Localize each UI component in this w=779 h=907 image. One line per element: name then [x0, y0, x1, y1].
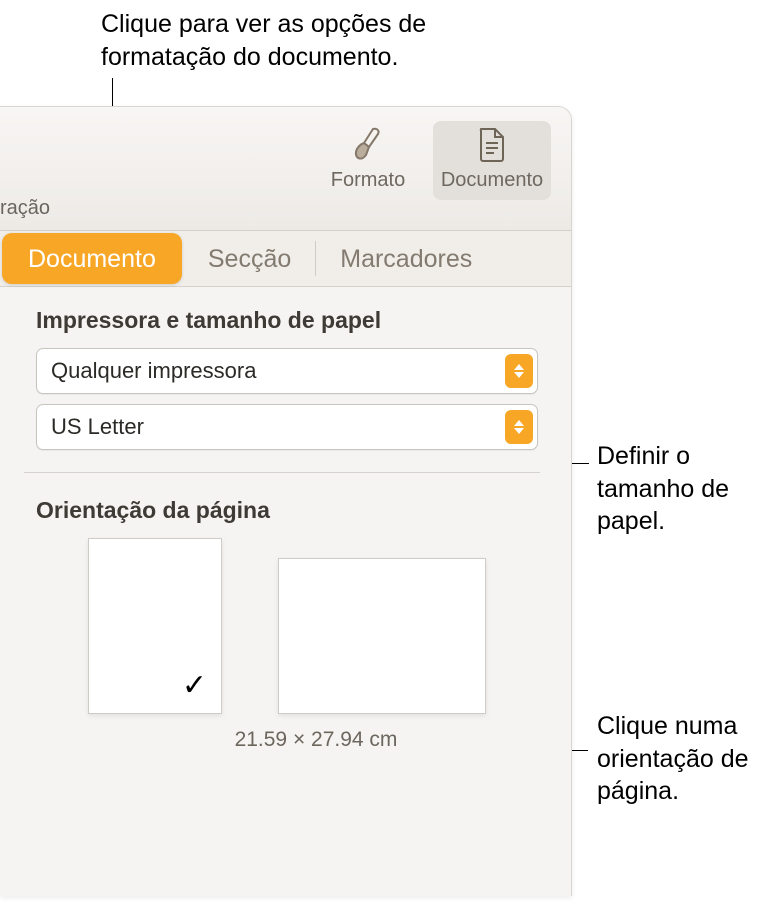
orientation-portrait[interactable]: ✓ [88, 538, 222, 714]
tab-bar: Documento Secção Marcadores [0, 231, 571, 287]
section-title-orientation: Orientação da página [36, 497, 547, 524]
popup-stepper-icon [505, 354, 533, 388]
popup-stepper-icon [505, 410, 533, 444]
panel-body: Impressora e tamanho de papel Qualquer i… [0, 287, 571, 752]
inspector-panel: ração Formato Documento Documento Secção… [0, 106, 572, 896]
orientation-row: ✓ [36, 538, 547, 714]
callout-orientation: Clique numa orientação de página. [597, 710, 777, 808]
divider [24, 472, 540, 473]
tab-marcadores[interactable]: Marcadores [316, 231, 496, 286]
orientation-landscape[interactable] [278, 558, 486, 714]
titlebar-left-fragment: ração [0, 197, 50, 220]
format-button-label: Formato [331, 169, 405, 192]
checkmark-icon: ✓ [182, 668, 207, 703]
callout-paper-size: Definir o tamanho de papel. [597, 440, 777, 538]
format-button[interactable]: Formato [309, 121, 427, 192]
section-title-printer-paper: Impressora e tamanho de papel [36, 307, 547, 334]
page-dimensions: 21.59 × 27.94 cm [166, 728, 466, 752]
tab-documento[interactable]: Documento [2, 233, 182, 284]
paper-size-popup-value: US Letter [51, 414, 144, 440]
paper-size-popup[interactable]: US Letter [36, 404, 538, 450]
document-toolbar-button-label: Documento [441, 169, 543, 192]
printer-popup[interactable]: Qualquer impressora [36, 348, 538, 394]
printer-popup-value: Qualquer impressora [51, 358, 256, 384]
callout-tab-description: Clique para ver as opções de formatação … [101, 8, 531, 73]
paintbrush-icon [351, 127, 385, 163]
document-toolbar-button[interactable]: Documento [433, 121, 551, 200]
tab-seccao[interactable]: Secção [184, 231, 315, 286]
document-page-icon [477, 127, 507, 163]
titlebar: ração Formato Documento [0, 107, 571, 231]
